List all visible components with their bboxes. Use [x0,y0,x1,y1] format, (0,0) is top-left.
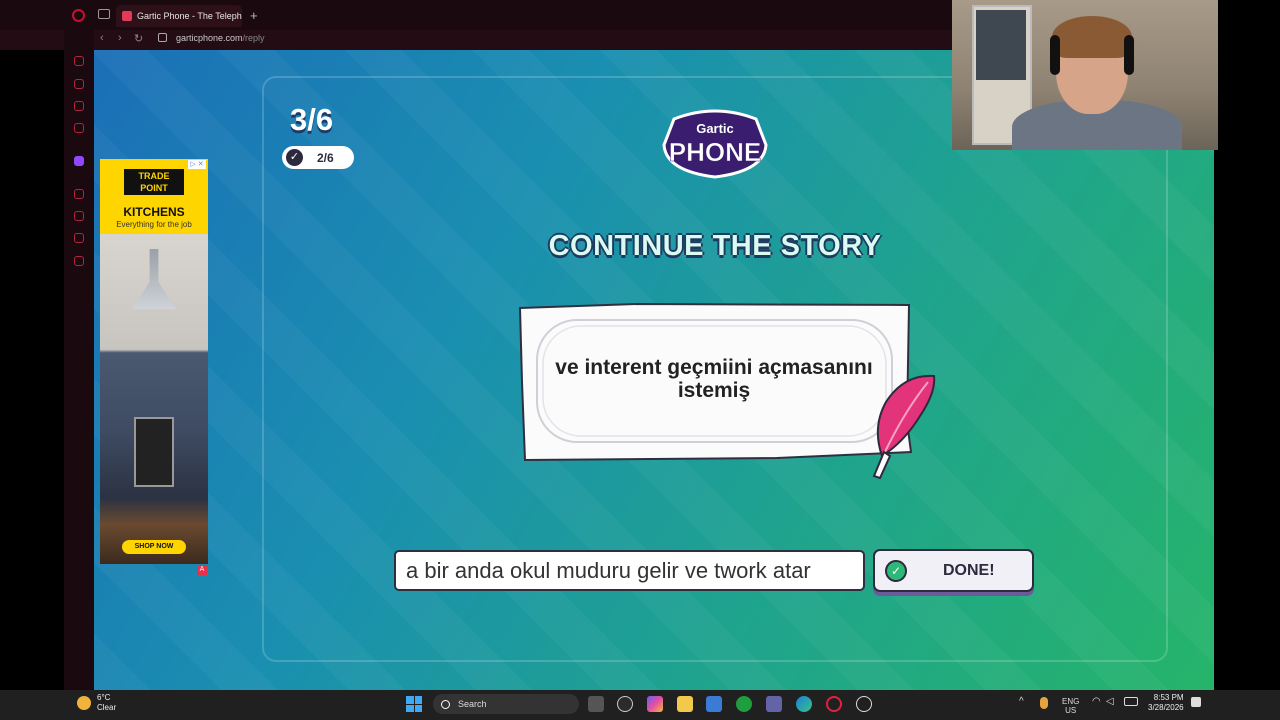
weather-moon-icon[interactable] [77,696,91,710]
left-border [0,0,64,690]
clock-time: 8:53 PM [1153,693,1184,702]
done-button-label: DONE! [943,561,995,579]
right-border [1214,150,1280,690]
webcam-person-hair [1052,16,1132,58]
ad-brand-logo: TRADE POINT [124,169,184,195]
done-button[interactable]: ✓ DONE! [873,549,1034,592]
lock-icon[interactable] [158,33,167,42]
sidebar-twitch-icon[interactable] [74,156,84,166]
quill-icon [872,374,936,480]
gartic-phone-logo: Gartic PHONE [662,109,768,179]
logo-top-text: Gartic [696,121,734,136]
store-icon[interactable] [706,696,722,712]
story-input[interactable]: a bir anda okul muduru gelir ve twork at… [394,550,865,591]
weather-widget[interactable]: 6°C Clear [97,693,116,713]
language-top: ENG [1062,697,1080,706]
webcam-window [976,10,1026,80]
sidebar-history-icon[interactable] [74,211,84,221]
gartic-favicon-icon [122,11,132,21]
sidebar-play-icon[interactable] [74,189,84,199]
headphones-icon [1050,35,1060,75]
ad-oven [134,417,174,487]
teams-icon[interactable] [766,696,782,712]
check-icon: ✓ [286,149,303,166]
weather-temp: 6°C [97,693,111,702]
task-view-icon[interactable] [588,696,604,712]
copilot-icon[interactable] [647,696,663,712]
sidebar-messenger-icon[interactable] [74,123,84,133]
edge-icon[interactable] [796,696,812,712]
page-title: CONTINUE THE STORY [548,230,882,262]
taskbar-search[interactable]: Search [433,694,579,714]
tab-title: Gartic Phone - The Teleph [137,11,242,21]
round-counter: 3/6 [290,102,334,137]
sidebar-aria-icon[interactable] [74,56,84,66]
headphones-right-icon [1124,35,1134,75]
forward-button[interactable]: › [118,32,122,44]
search-placeholder: Search [458,699,487,709]
webcam-overlay [952,0,1218,150]
previous-story-text: ve interent geçmiini açmasanını istemiş [555,356,873,402]
ad-shop-now-button[interactable]: SHOP NOW [122,540,186,554]
clock[interactable]: 8:53 PM 3/28/2026 [1148,693,1184,713]
opera-gx-icon[interactable] [826,696,842,712]
ad-choices-icon[interactable]: ▷ ✕ [188,160,206,169]
language-bottom: US [1065,706,1077,715]
url-field[interactable]: garticphone.com/reply [176,33,265,43]
ad-headline: KITCHENS [123,205,185,219]
volume-icon[interactable]: ◁ [1106,697,1114,707]
chatgpt-icon[interactable] [856,696,872,712]
battery-icon[interactable] [1124,697,1138,706]
dell-icon[interactable] [617,696,633,712]
done-check-icon: ✓ [885,559,907,582]
xbox-icon[interactable] [736,696,752,712]
tab-workspace-icon[interactable] [98,9,110,19]
wifi-icon[interactable]: ◠ [1092,697,1101,707]
screen: Gartic Phone - The Teleph + ‹ › ↻ gartic… [0,0,1280,720]
tray-overflow-icon[interactable]: ^ [1019,697,1024,707]
sidebar-player-icon[interactable] [74,101,84,111]
clock-date: 3/28/2026 [1148,703,1184,712]
players-done-count: 2/6 [317,150,334,165]
search-icon [441,699,450,709]
new-tab-button[interactable]: + [250,8,258,23]
ad-badge[interactable]: A [197,565,207,575]
sidebar-extensions-icon[interactable] [74,233,84,243]
ad-banner[interactable]: TRADE POINT KITCHENS Everything for the … [100,159,208,564]
opera-logo-icon[interactable] [72,9,85,22]
browser-tab-gartic[interactable]: Gartic Phone - The Teleph [116,5,242,27]
players-done-badge: ✓ 2/6 [282,146,354,169]
weather-desc: Clear [97,703,117,712]
reload-button[interactable]: ↻ [134,32,143,45]
logo-bottom-text: PHONE [669,137,761,167]
ad-tagline: Everything for the job [116,220,192,229]
language-indicator[interactable]: ENG US [1062,697,1079,715]
file-explorer-icon[interactable] [677,696,693,712]
start-button[interactable] [406,696,422,712]
sidebar-settings-icon[interactable] [74,256,84,266]
taskbar [0,690,1280,720]
sidebar-crypto-icon[interactable] [74,79,84,89]
notifications-icon[interactable] [1191,697,1201,707]
back-button[interactable]: ‹ [100,32,104,44]
microphone-icon[interactable] [1040,697,1048,709]
